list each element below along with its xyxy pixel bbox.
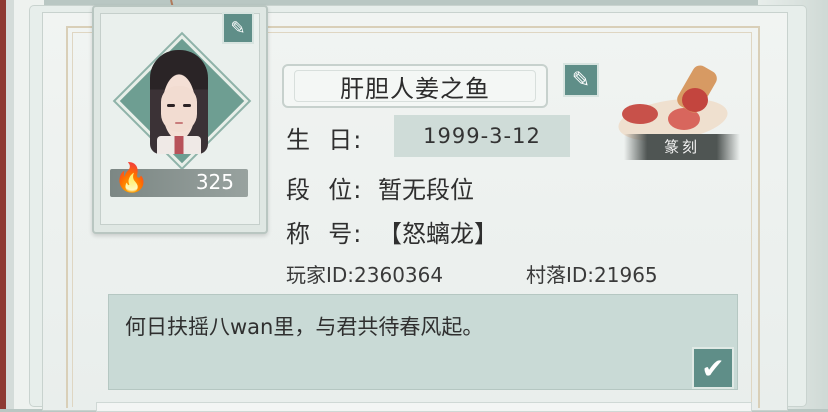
avatar-robe	[157, 136, 201, 154]
birthday-label: 生 日:	[286, 126, 363, 154]
ink-dish	[622, 104, 658, 124]
seal-block-face	[682, 88, 708, 112]
player-id: 玩家ID:2360364	[286, 263, 444, 287]
next-section-edge	[96, 402, 752, 412]
confirm-signature-button[interactable]: ✔	[692, 347, 734, 389]
nickname-plate: 肝胆人姜之鱼	[282, 64, 548, 108]
rank-label: 段 位:	[286, 176, 363, 204]
avatar-eye-left	[167, 104, 175, 107]
title-value: 【怒螭龙】	[378, 220, 498, 248]
edit-avatar-button[interactable]: ✎	[222, 12, 254, 44]
avatar-eye-right	[183, 104, 191, 107]
avatar-mouth	[175, 122, 183, 124]
birthday-value: 1999-3-12	[423, 124, 541, 148]
signature-field[interactable]: 何日扶摇八wan里，与君共待春风起。	[108, 294, 738, 390]
rank-value: 暂无段位	[378, 176, 474, 204]
title-label: 称 号:	[286, 220, 363, 248]
pencil-icon: ✎	[230, 17, 246, 39]
birthday-field[interactable]: 1999-3-12	[394, 115, 570, 157]
flame-icon: 🔥	[114, 161, 149, 194]
checkmark-icon: ✔	[701, 351, 725, 385]
pencil-icon: ✎	[571, 67, 591, 93]
village-id: 村落ID:21965	[526, 263, 658, 287]
signature-text: 何日扶摇八wan里，与君共待春风起。	[125, 315, 484, 339]
heat-bar: 🔥 325	[110, 161, 248, 197]
heat-value: 325	[195, 170, 234, 194]
seal-carving-label: 篆刻	[624, 134, 740, 160]
avatar[interactable]	[115, 34, 249, 168]
avatar-face	[161, 86, 197, 132]
edit-nickname-button[interactable]: ✎	[563, 63, 599, 97]
nickname: 肝胆人姜之鱼	[340, 74, 490, 103]
